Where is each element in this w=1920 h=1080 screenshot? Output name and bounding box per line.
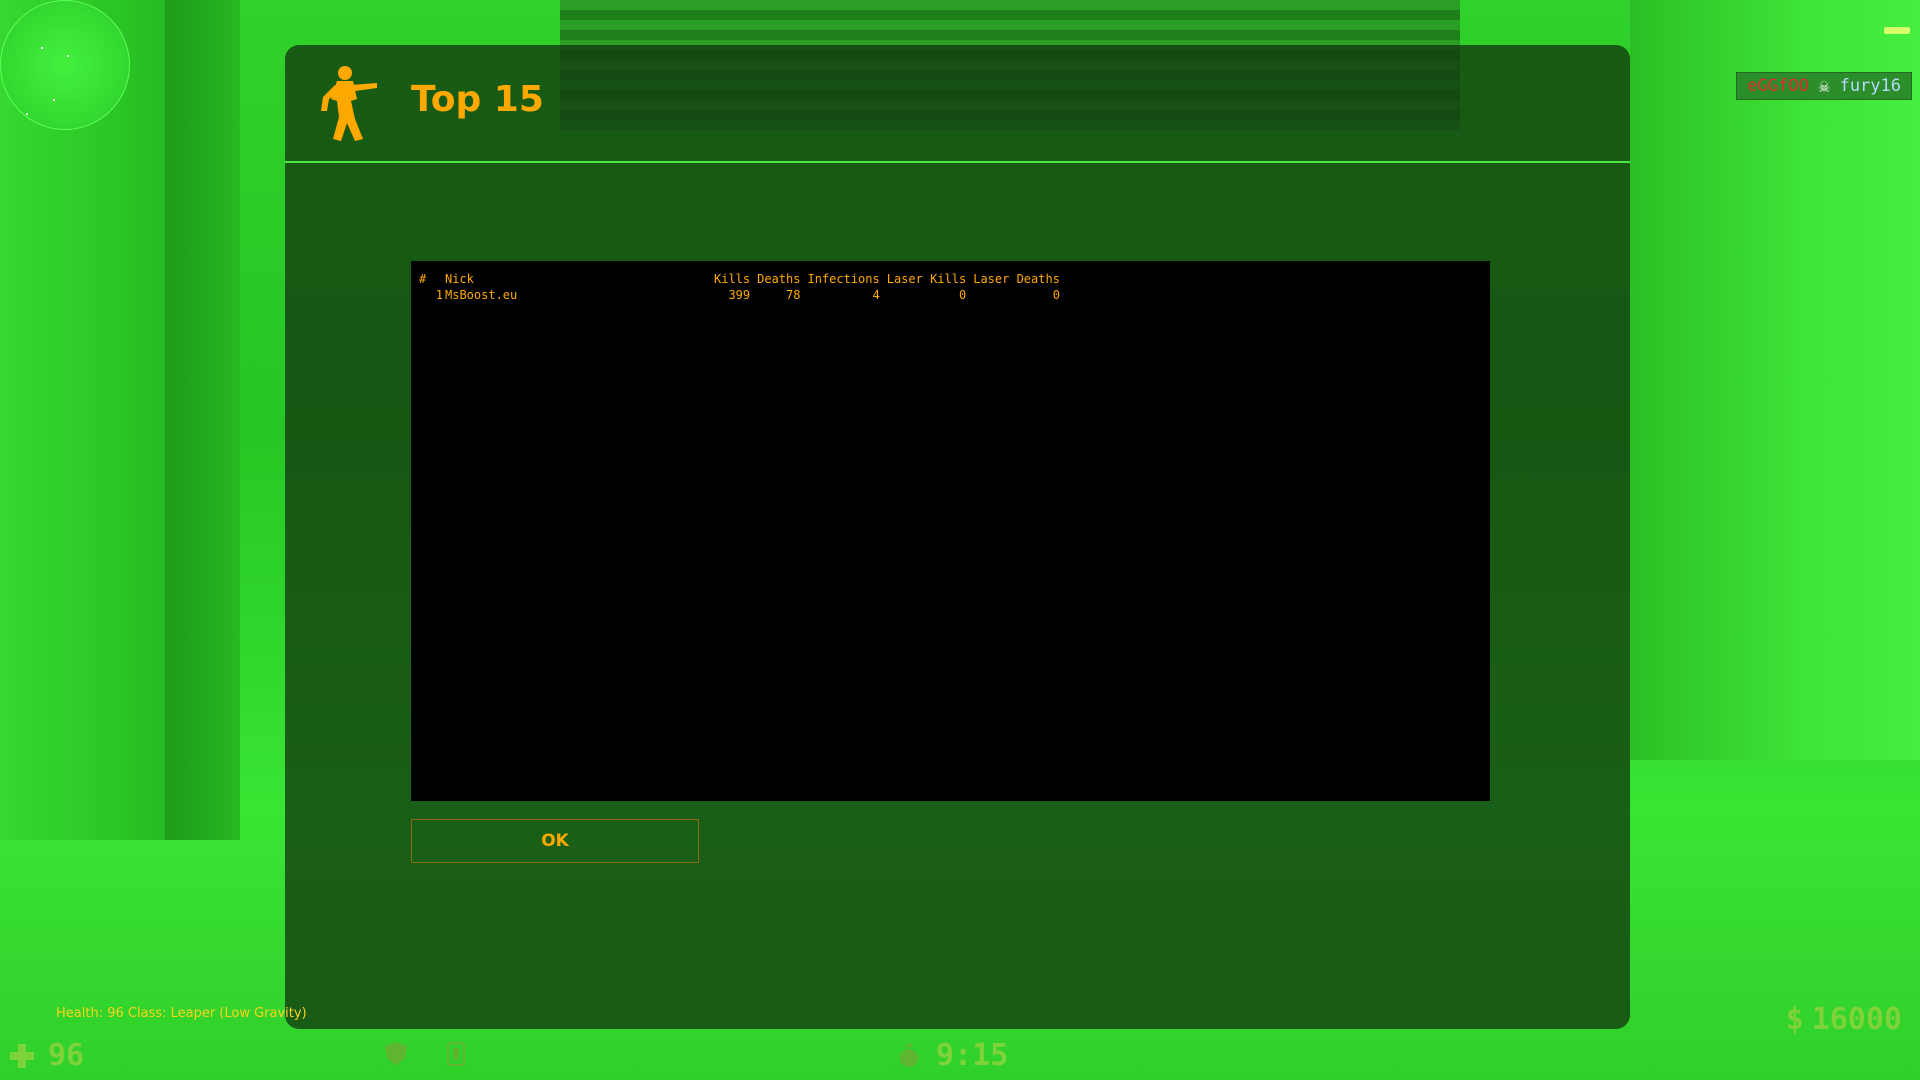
motd-window: Top 15 # Nick Kills Deaths Infections La… (285, 45, 1630, 1029)
header-kills: Kills (714, 272, 751, 286)
row-kills: 399 (728, 288, 751, 302)
background-pillar (165, 0, 240, 860)
hud-player-info: Health: 96 Class: Leaper (Low Gravity) (56, 1006, 307, 1021)
radar-dot (26, 113, 28, 115)
radar-dot (53, 99, 55, 101)
health-value: 96 (48, 1038, 85, 1073)
header-rank: # (419, 272, 427, 286)
row-laser-kills: 0 (958, 288, 967, 302)
hud-armor (385, 1042, 465, 1066)
motd-title: Top 15 (411, 79, 544, 120)
row-rank: 1 (435, 288, 443, 302)
hud-timer: 9:15 (898, 1038, 1008, 1073)
table-row: 1 MsBoost.eu 399 78 4 0 0 (419, 287, 1060, 303)
vest-icon (447, 1042, 465, 1066)
radar (0, 0, 130, 130)
background-wall-right (1630, 0, 1920, 760)
kill-feed: eGGfOO ☠ fury16 (1736, 72, 1912, 100)
header-nick: Nick (445, 272, 474, 286)
shield-icon (385, 1042, 407, 1066)
row-nick: MsBoost.eu (445, 288, 518, 302)
stopwatch-icon (900, 1043, 918, 1067)
row-deaths: 78 (786, 288, 801, 302)
header-infections: Infections (807, 272, 880, 286)
motd-header: Top 15 (285, 45, 1630, 163)
killfeed-victim: fury16 (1839, 76, 1901, 96)
stats-table: # Nick Kills Deaths Infections Laser Kil… (419, 271, 1060, 303)
row-infections: 4 (872, 288, 880, 302)
hud-money: $ 16000 (1786, 1002, 1902, 1037)
timer-value: 9:15 (936, 1038, 1009, 1073)
cross-icon (10, 1043, 34, 1068)
skull-icon: ☠ (1818, 75, 1830, 97)
status-indicator (1884, 27, 1910, 34)
killfeed-attacker: eGGfOO (1747, 76, 1809, 96)
radar-dot (41, 47, 43, 49)
money-symbol: $ (1785, 1002, 1804, 1037)
counter-terrorist-icon (321, 66, 377, 141)
radar-dot (67, 55, 69, 57)
ok-button[interactable]: OK (411, 819, 699, 863)
row-laser-deaths: 0 (1052, 288, 1060, 302)
header-laser-deaths: Laser Deaths (973, 272, 1060, 286)
stats-content: # Nick Kills Deaths Infections Laser Kil… (411, 261, 1490, 801)
header-laser-kills: Laser Kills (886, 272, 967, 286)
header-deaths: Deaths (757, 272, 801, 286)
money-value: 16000 (1811, 1002, 1902, 1037)
game-scene: eGGfOO ☠ fury16 Top 15 # Nick Kills Deat… (0, 0, 1920, 1080)
hud-health: 96 (10, 1038, 84, 1073)
table-header-row: # Nick Kills Deaths Infections Laser Kil… (419, 271, 1060, 287)
